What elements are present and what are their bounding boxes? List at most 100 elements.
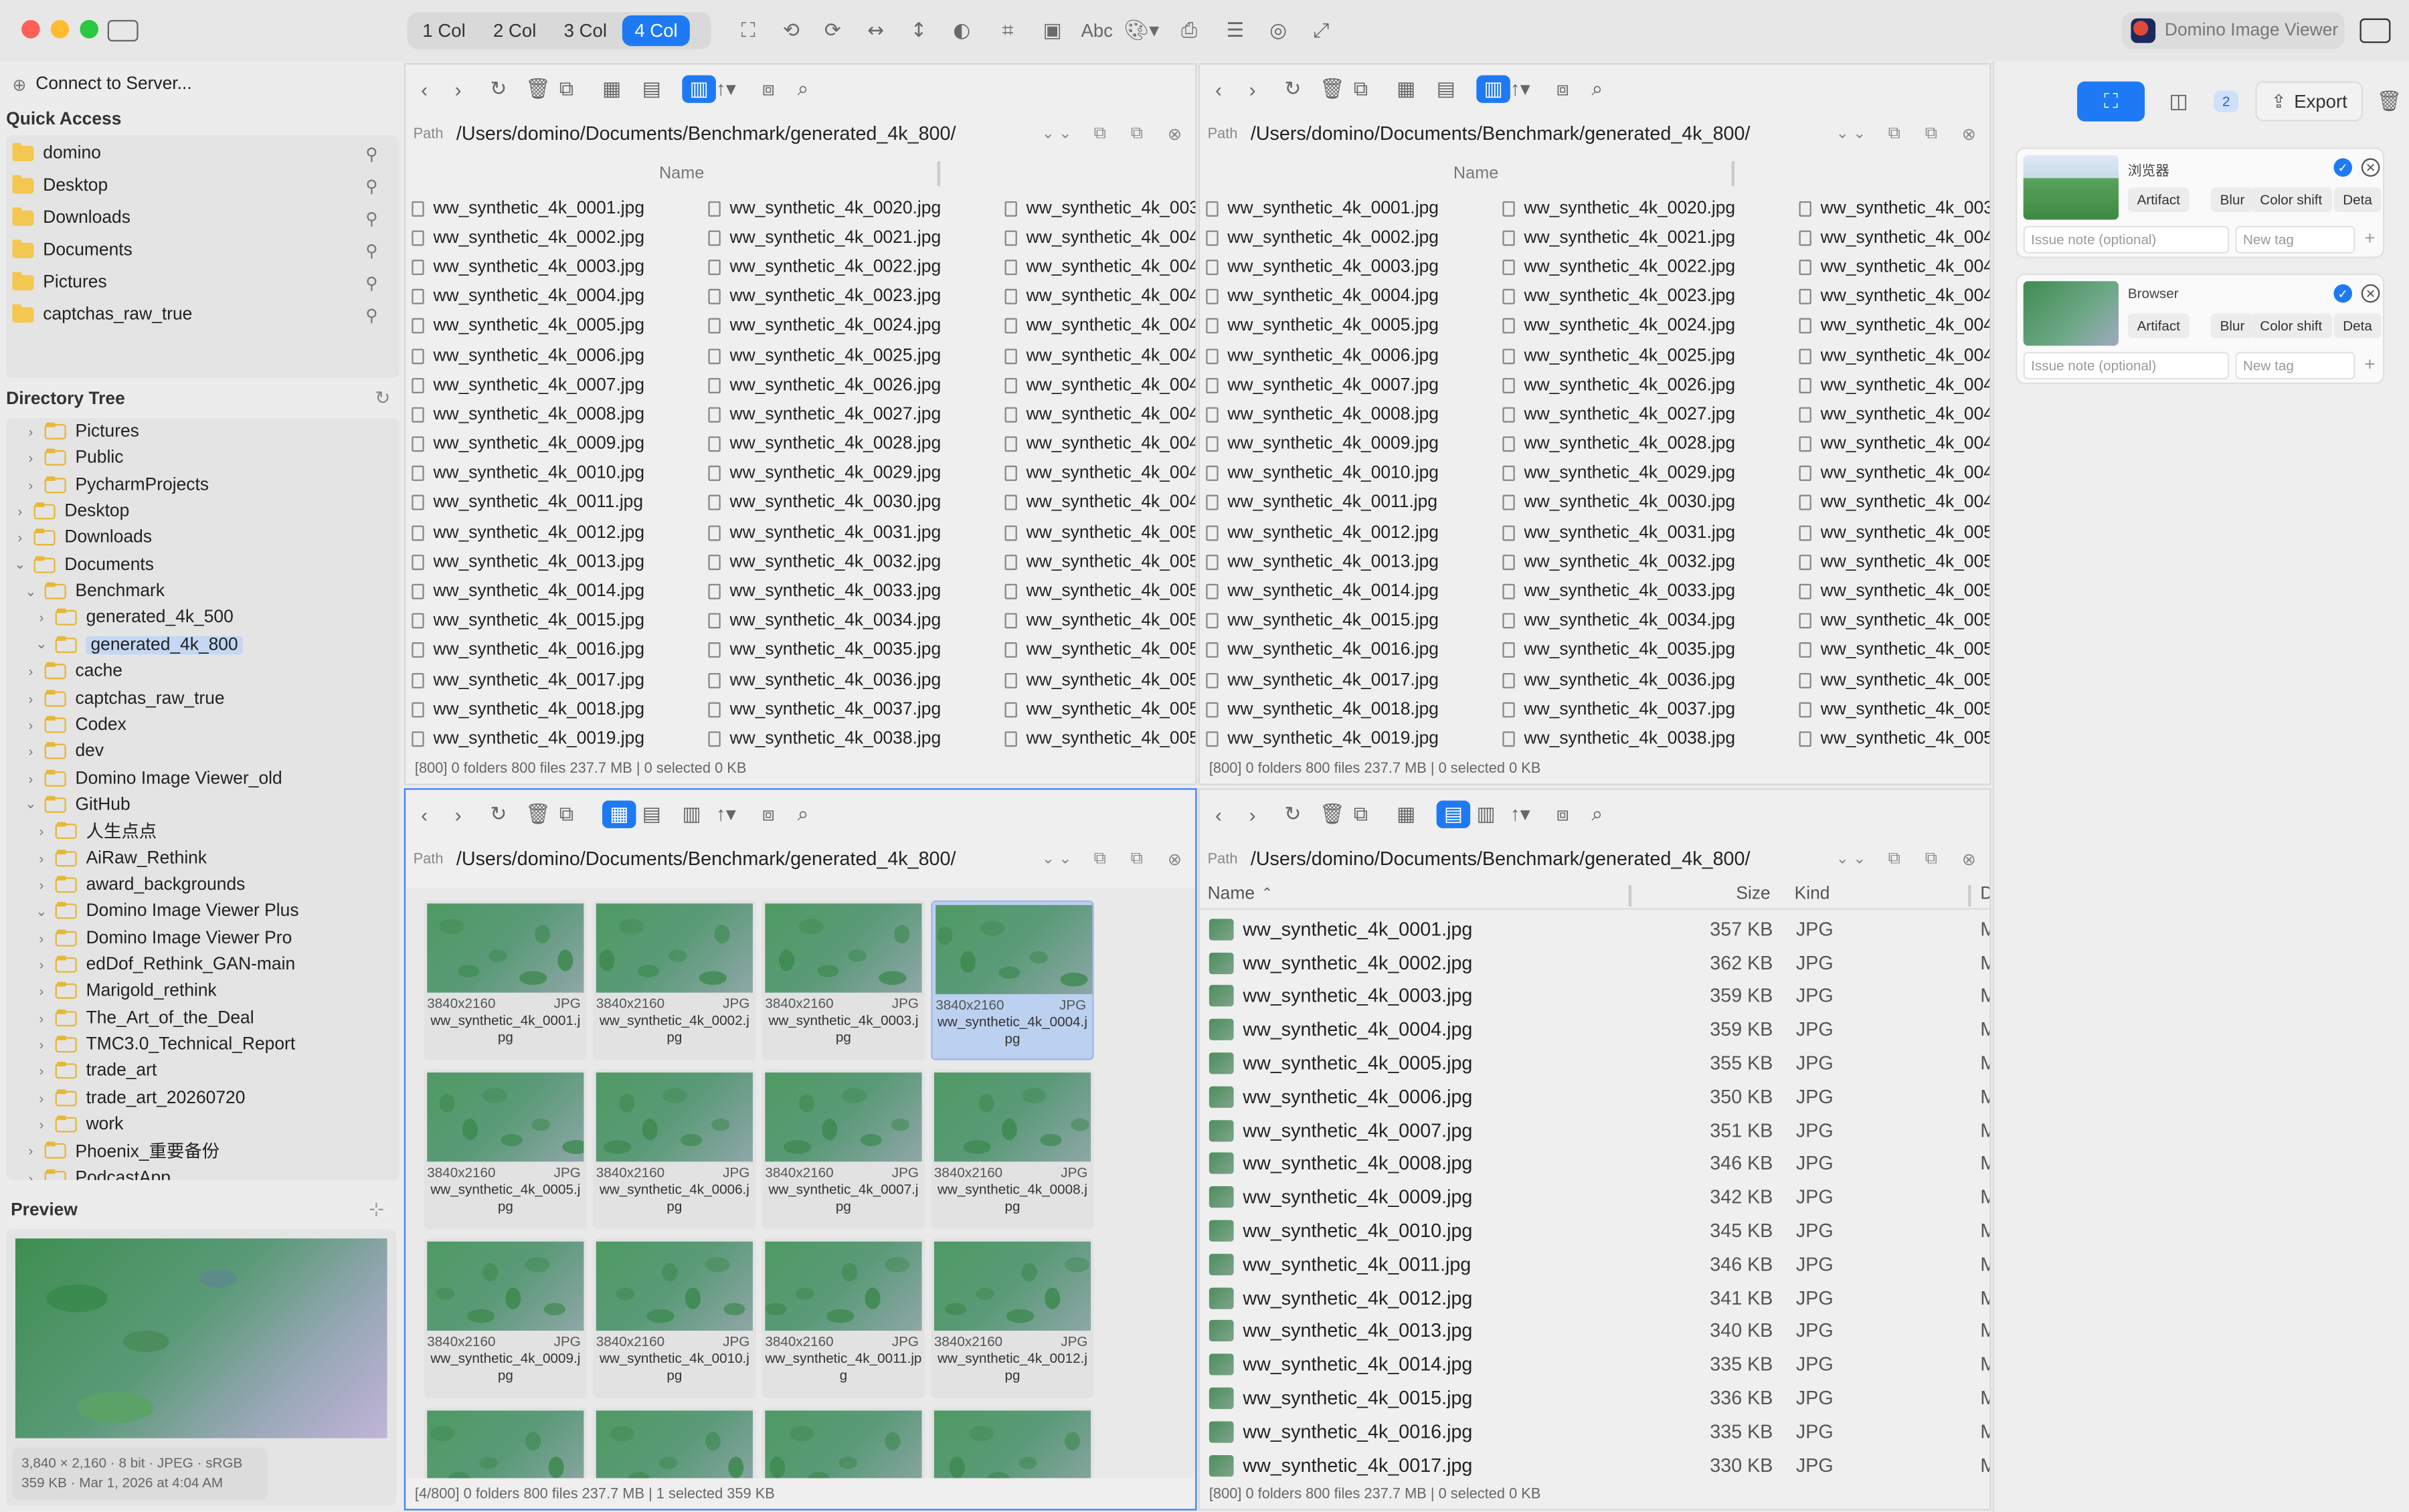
check-icon[interactable]: ✓: [2333, 284, 2353, 303]
file-item[interactable]: ww_synthetic_4k_0007.jpg: [1206, 371, 1439, 400]
file-item[interactable]: ww_synthetic_4k_0025.jpg: [1502, 341, 1735, 371]
chevron-right-icon[interactable]: ›: [34, 611, 50, 626]
file-item[interactable]: ww_synthetic_4k_0008.jpg: [1206, 400, 1439, 430]
chevron-right-icon[interactable]: ›: [12, 504, 27, 519]
tree-item[interactable]: › 人生点点: [34, 818, 157, 845]
clear-path-icon[interactable]: ⊗: [1168, 849, 1182, 869]
tree-item[interactable]: ⌄ Benchmark: [23, 578, 165, 605]
checklist-icon[interactable]: ☰: [1220, 17, 1251, 44]
file-item[interactable]: ww_synthetic_4k_0012.jpg: [1206, 518, 1439, 547]
file-item[interactable]: ww_synthetic_4k_0021.jpg: [708, 223, 941, 252]
thumbnail-item[interactable]: 3840x2160 JPG ww_synthetic_4k_0004.jpg: [931, 900, 1094, 1060]
file-item[interactable]: ww_synthetic_4k_0035.jpg: [708, 636, 941, 665]
file-item[interactable]: ww_synthetic_4k_0030.jpg: [1502, 488, 1735, 518]
name-column-header[interactable]: Name: [406, 161, 1195, 186]
text-tool-button[interactable]: Abc: [1079, 17, 1116, 44]
file-item[interactable]: ww_synthetic_4k_005: [1004, 606, 1195, 636]
paste-path-icon[interactable]: ⧉: [1131, 124, 1143, 144]
sort-icon[interactable]: ↑▾: [1510, 801, 1530, 828]
chevron-right-icon[interactable]: ›: [23, 744, 38, 759]
file-item[interactable]: ww_synthetic_4k_0024.jpg: [708, 312, 941, 341]
file-item[interactable]: ww_synthetic_4k_0018.jpg: [1206, 695, 1439, 725]
tag-chip[interactable]: Artifact: [2127, 313, 2190, 339]
file-item[interactable]: ww_synthetic_4k_003: [1004, 193, 1195, 223]
search-icon[interactable]: ⌕: [1592, 801, 1603, 828]
file-item[interactable]: ww_synthetic_4k_005: [1799, 665, 1989, 694]
single-view-icon[interactable]: ▤: [1437, 76, 1455, 103]
expand-icon[interactable]: ⤢: [1306, 17, 1337, 44]
paste-path-icon[interactable]: ⧉: [1131, 849, 1143, 869]
file-item[interactable]: ww_synthetic_4k_0038.jpg: [1502, 725, 1735, 754]
back-icon[interactable]: ‹: [1215, 76, 1222, 103]
tree-item[interactable]: ⌄ Documents: [12, 551, 154, 579]
file-item[interactable]: ww_synthetic_4k_005: [1799, 518, 1989, 547]
list-row[interactable]: ww_synthetic_4k_0004.jpg 359 KB JPG M: [1203, 1013, 1989, 1046]
tree-item[interactable]: › PycharmProjects: [23, 471, 209, 498]
forward-icon[interactable]: ›: [455, 76, 462, 103]
list-row[interactable]: ww_synthetic_4k_0007.jpg 351 KB JPG M: [1203, 1114, 1989, 1147]
rotate-right-icon[interactable]: ⟳: [817, 17, 848, 44]
file-item[interactable]: ww_synthetic_4k_0011.jpg: [412, 488, 644, 518]
file-item[interactable]: ww_synthetic_4k_0009.jpg: [1206, 430, 1439, 459]
file-item[interactable]: ww_synthetic_4k_0025.jpg: [708, 341, 941, 371]
file-item[interactable]: ww_synthetic_4k_004: [1799, 459, 1989, 488]
file-item[interactable]: ww_synthetic_4k_0009.jpg: [412, 430, 644, 459]
single-view-icon[interactable]: ▤: [1436, 800, 1471, 828]
thumbnail-item[interactable]: [593, 1407, 756, 1479]
col-4-button[interactable]: 4 Col: [622, 15, 691, 46]
file-item[interactable]: ww_synthetic_4k_004: [1799, 430, 1989, 459]
col-3-button[interactable]: 3 Col: [551, 15, 619, 46]
single-view-icon[interactable]: ▤: [642, 801, 661, 828]
tree-item[interactable]: › Public: [23, 445, 123, 472]
file-item[interactable]: ww_synthetic_4k_0019.jpg: [1206, 725, 1439, 754]
inspector-toggle-icon[interactable]: [2359, 18, 2391, 43]
file-item[interactable]: ww_synthetic_4k_005: [1004, 665, 1195, 694]
file-item[interactable]: ww_synthetic_4k_005: [1004, 518, 1195, 547]
file-item[interactable]: ww_synthetic_4k_0028.jpg: [1502, 430, 1735, 459]
search-icon[interactable]: ⌕: [798, 801, 809, 828]
tree-item[interactable]: › Domino Image Viewer_old: [23, 765, 282, 792]
pin-preview-icon[interactable]: ⊹: [369, 1198, 384, 1220]
file-item[interactable]: ww_synthetic_4k_004: [1004, 459, 1195, 488]
file-item[interactable]: ww_synthetic_4k_004: [1004, 253, 1195, 282]
slideshow-icon[interactable]: ⧈: [1556, 801, 1569, 828]
pin-icon[interactable]: ⚲: [365, 208, 378, 228]
file-item[interactable]: ww_synthetic_4k_005: [1799, 695, 1989, 725]
clear-path-icon[interactable]: ⊗: [1962, 124, 1976, 144]
remove-icon[interactable]: ✕: [2361, 158, 2380, 177]
chevron-right-icon[interactable]: ›: [23, 771, 38, 786]
file-item[interactable]: ww_synthetic_4k_005: [1799, 606, 1989, 636]
tree-item[interactable]: › edDof_Rethink_GAN-main: [34, 951, 296, 979]
file-item[interactable]: ww_synthetic_4k_0027.jpg: [1502, 400, 1735, 430]
file-item[interactable]: ww_synthetic_4k_0032.jpg: [1502, 547, 1735, 577]
forward-icon[interactable]: ›: [455, 801, 462, 828]
chevron-right-icon[interactable]: ›: [34, 877, 50, 892]
back-icon[interactable]: ‹: [1215, 801, 1222, 828]
issue-card[interactable]: 浏览器 ✓ ✕ Artifact Blur Color shift Deta Issue no…: [2016, 147, 2385, 258]
chevron-right-icon[interactable]: ›: [34, 984, 50, 1000]
minimize-window-button[interactable]: [50, 19, 70, 39]
tree-item[interactable]: › generated_4k_500: [34, 605, 234, 632]
file-item[interactable]: ww_synthetic_4k_005: [1799, 547, 1989, 577]
tag-chip[interactable]: Color shift: [2250, 313, 2332, 339]
file-item[interactable]: ww_synthetic_4k_0003.jpg: [412, 253, 644, 282]
file-item[interactable]: ww_synthetic_4k_0008.jpg: [412, 400, 644, 430]
reload-icon[interactable]: ↻: [1284, 801, 1301, 828]
file-item[interactable]: ww_synthetic_4k_0012.jpg: [412, 518, 644, 547]
thumbnail-item[interactable]: 3840x2160 JPG ww_synthetic_4k_0005.jpg: [424, 1069, 588, 1230]
file-item[interactable]: ww_synthetic_4k_0016.jpg: [412, 636, 644, 665]
column-view-icon[interactable]: ▥: [1476, 75, 1510, 103]
file-item[interactable]: ww_synthetic_4k_0006.jpg: [1206, 341, 1439, 371]
check-icon[interactable]: ✓: [2333, 158, 2353, 177]
file-item[interactable]: ww_synthetic_4k_005: [1799, 636, 1989, 665]
file-item[interactable]: ww_synthetic_4k_0028.jpg: [708, 430, 941, 459]
file-item[interactable]: ww_synthetic_4k_004: [1799, 282, 1989, 312]
list-row[interactable]: ww_synthetic_4k_0005.jpg 355 KB JPG M: [1203, 1046, 1989, 1080]
file-item[interactable]: ww_synthetic_4k_0002.jpg: [1206, 223, 1439, 252]
column-divider[interactable]: [937, 161, 941, 186]
quick-access-item[interactable]: captchas_raw_true ⚲: [12, 301, 393, 328]
file-item[interactable]: ww_synthetic_4k_004: [1004, 488, 1195, 518]
quick-access-item[interactable]: Downloads ⚲: [12, 204, 393, 231]
list-row[interactable]: ww_synthetic_4k_0017.jpg 330 KB JPG M: [1203, 1448, 1989, 1482]
chevron-right-icon[interactable]: ›: [23, 690, 38, 706]
